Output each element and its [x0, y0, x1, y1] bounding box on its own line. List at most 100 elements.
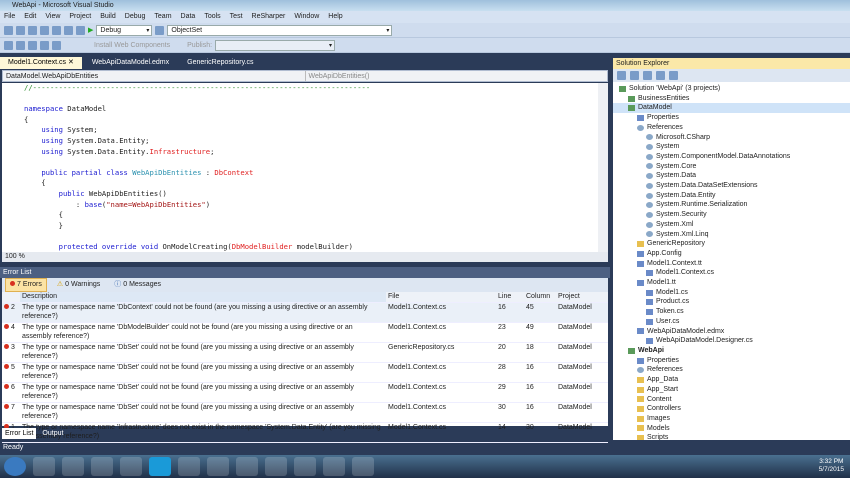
- find-icon[interactable]: [155, 25, 165, 35]
- publish-select[interactable]: [215, 39, 336, 51]
- start-debug-icon[interactable]: ▶: [88, 26, 93, 34]
- col-line[interactable]: Line: [496, 292, 524, 302]
- refresh-icon[interactable]: [643, 71, 652, 80]
- save-icon[interactable]: [28, 25, 37, 35]
- tree-item[interactable]: System.Xml.Linq: [613, 230, 850, 240]
- tree-item[interactable]: System.Xml: [613, 220, 850, 230]
- chrome-icon[interactable]: [33, 457, 55, 476]
- tree-item[interactable]: Properties: [613, 356, 850, 366]
- tree-item[interactable]: Microsoft.CSharp: [613, 133, 850, 143]
- tree-item[interactable]: System.Data.Entity: [613, 191, 850, 201]
- table-row[interactable]: 6 The type or namespace name 'DbSet' coul…: [2, 383, 608, 403]
- app-icon[interactable]: [265, 457, 287, 476]
- redo-icon[interactable]: [76, 25, 85, 35]
- tools-icon[interactable]: [294, 457, 316, 476]
- tree-item[interactable]: App_Start: [613, 385, 850, 395]
- install-web-components-button[interactable]: Install Web Components: [94, 42, 170, 49]
- open-icon[interactable]: [16, 25, 25, 35]
- table-row[interactable]: 4 The type or namespace name 'DbModelBuil…: [2, 323, 608, 343]
- tool-icon[interactable]: [28, 40, 37, 50]
- tree-item[interactable]: References: [613, 123, 850, 133]
- member-dropdown[interactable]: WebApiDbEntities(): [304, 71, 608, 81]
- tree-item[interactable]: Model1.Context.tt: [613, 259, 850, 269]
- tree-item[interactable]: DataModel: [613, 103, 850, 114]
- properties-icon[interactable]: [617, 71, 626, 80]
- view-designer-icon[interactable]: [669, 71, 678, 80]
- tree-item[interactable]: BusinessEntities: [613, 94, 850, 104]
- undo-icon[interactable]: [64, 25, 73, 35]
- cut-icon[interactable]: [52, 25, 61, 35]
- table-row[interactable]: 7 The type or namespace name 'DbSet' coul…: [2, 403, 608, 423]
- tree-item[interactable]: Token.cs: [613, 307, 850, 317]
- tree-item[interactable]: System.Core: [613, 162, 850, 172]
- tool-icon[interactable]: [40, 40, 49, 50]
- view-code-icon[interactable]: [656, 71, 665, 80]
- menu-help[interactable]: Help: [328, 11, 342, 23]
- menu-build[interactable]: Build: [100, 11, 116, 23]
- tree-item[interactable]: Model1.tt: [613, 278, 850, 288]
- tab-error-list[interactable]: Error List: [2, 428, 37, 439]
- tree-item[interactable]: Images: [613, 414, 850, 424]
- start-button[interactable]: [4, 457, 26, 476]
- menu-tools[interactable]: Tools: [204, 11, 220, 23]
- show-all-files-icon[interactable]: [630, 71, 639, 80]
- menu-view[interactable]: View: [45, 11, 60, 23]
- tree-item[interactable]: Content: [613, 395, 850, 405]
- table-row[interactable]: 3 The type or namespace name 'DbSet' coul…: [2, 343, 608, 363]
- app-icon[interactable]: [91, 457, 113, 476]
- menu-project[interactable]: Project: [69, 11, 91, 23]
- code-editor[interactable]: //--------------------------------------…: [2, 83, 608, 252]
- menu-edit[interactable]: Edit: [24, 11, 36, 23]
- menu-resharper[interactable]: ReSharper: [252, 11, 286, 23]
- tree-item[interactable]: System.Data: [613, 171, 850, 181]
- app-icon[interactable]: [62, 457, 84, 476]
- tree-item[interactable]: Properties: [613, 113, 850, 123]
- tree-item[interactable]: System.Runtime.Serialization: [613, 200, 850, 210]
- skype-icon[interactable]: [149, 457, 171, 476]
- col-description[interactable]: Description: [20, 292, 386, 302]
- tool-icon[interactable]: [16, 40, 25, 50]
- tree-item[interactable]: System.ComponentModel.DataAnnotations: [613, 152, 850, 162]
- menu-team[interactable]: Team: [154, 11, 171, 23]
- tree-item[interactable]: Scripts: [613, 433, 850, 440]
- file-explorer-icon[interactable]: [236, 457, 258, 476]
- col-file[interactable]: File: [386, 292, 496, 302]
- app-icon[interactable]: [120, 457, 142, 476]
- tool-icon[interactable]: [4, 40, 13, 50]
- tree-item[interactable]: WebApi: [613, 346, 850, 356]
- menu-file[interactable]: File: [4, 11, 15, 23]
- warnings-filter-button[interactable]: ⚠ 0 Warnings: [53, 279, 104, 291]
- tree-item[interactable]: App.Config: [613, 249, 850, 259]
- menu-data[interactable]: Data: [181, 11, 196, 23]
- editor-scrollbar[interactable]: [598, 83, 608, 252]
- menu-window[interactable]: Window: [294, 11, 319, 23]
- tab-edmx[interactable]: WebApiDataModel.edmx: [84, 57, 177, 69]
- tree-item[interactable]: Models: [613, 424, 850, 434]
- table-row[interactable]: 1The type or namespace name 'Infrastruct…: [2, 423, 608, 443]
- object-select[interactable]: ObjectSet: [167, 24, 393, 36]
- tab-generic-repository[interactable]: GenericRepository.cs: [179, 57, 261, 69]
- table-row[interactable]: 5 The type or namespace name 'DbSet' coul…: [2, 363, 608, 383]
- tree-item[interactable]: WebApiDataModel.edmx: [613, 327, 850, 337]
- col-column[interactable]: Column: [524, 292, 556, 302]
- tree-item[interactable]: Model1.cs: [613, 288, 850, 298]
- tab-model-context[interactable]: Model1.Context.cs ✕: [0, 57, 82, 69]
- tree-item[interactable]: User.cs: [613, 317, 850, 327]
- tree-item[interactable]: App_Data: [613, 375, 850, 385]
- messages-filter-button[interactable]: ⓘ 0 Messages: [110, 279, 165, 291]
- tree-item[interactable]: System.Security: [613, 210, 850, 220]
- tree-item[interactable]: Model1.Context.cs: [613, 268, 850, 278]
- system-clock[interactable]: 3:32 PM 5/7/2015: [819, 458, 844, 474]
- tree-item[interactable]: Product.cs: [613, 297, 850, 307]
- visual-studio-icon[interactable]: [207, 457, 229, 476]
- close-icon[interactable]: ✕: [68, 59, 74, 66]
- tool-icon[interactable]: [52, 40, 61, 50]
- menu-test[interactable]: Test: [230, 11, 243, 23]
- app-icon[interactable]: [352, 457, 374, 476]
- tab-output[interactable]: Output: [42, 428, 63, 439]
- zoom-level[interactable]: 100 %: [2, 252, 608, 262]
- tree-item[interactable]: References: [613, 365, 850, 375]
- new-project-icon[interactable]: [4, 25, 13, 35]
- paint-icon[interactable]: [323, 457, 345, 476]
- tree-item[interactable]: System: [613, 142, 850, 152]
